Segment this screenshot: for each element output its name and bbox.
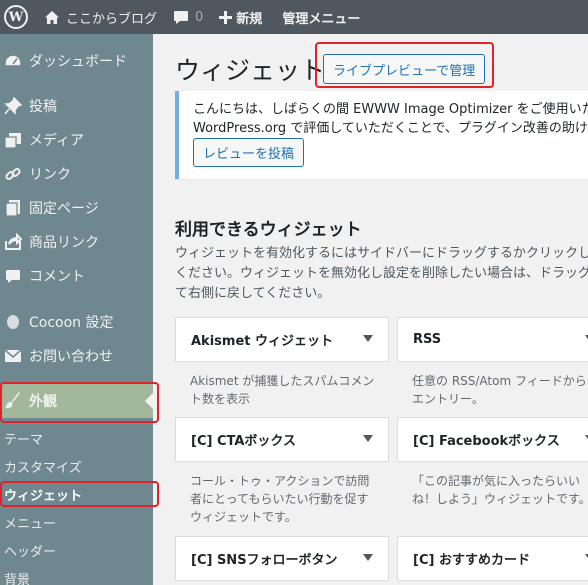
sidebar-item-label: Cocoon 設定 [29,315,114,331]
widget-description: 任意の RSS/Atom フィードからの エントリー。 [412,372,588,408]
sidebar-item-label: ダッシュボード [29,54,127,70]
admin-bar: W ここからブログ 0 新規 管理メニュー [0,0,588,34]
mail-icon [2,345,24,367]
wordpress-icon: W [4,5,28,29]
site-name: ここからブログ [66,11,158,27]
available-widgets-description: ウィジェットを有効化するにはサイドバーにドラッグするかクリックし ください。ウィ… [175,244,588,304]
link-icon [2,163,24,185]
comment-icon [2,265,24,287]
description-line: 者にとってもらいたい行動を促す [190,492,369,506]
highlight-widgets [0,481,159,507]
description-line: 「この記事が気に入ったらいい [412,474,581,488]
new-content-link[interactable]: 新規 [211,0,270,34]
comment-icon [174,10,189,24]
widget-description: 「この記事が気に入ったらいい ね！しよう」ウィジェットです。 [412,472,588,508]
page-title: ウィジェット [175,56,326,85]
expand-arrow-icon[interactable] [363,554,373,561]
widget-description: コール・トゥ・アクションで訪問 者にとってもらいたい行動を促す ウィジェットです… [190,472,369,526]
review-notice: こんにちは、しばらくの間 EWWW Image Optimizer をご使用いた… [175,91,588,179]
description-line: ください。ウィジェットを無効化し設定を削除したい場合は、ドラッグ [175,266,588,281]
dashboard-icon [2,50,24,72]
expand-arrow-icon[interactable] [363,335,373,342]
widget-title: Akismet ウィジェット [191,334,334,349]
sidebar-item-links[interactable]: リンク [0,157,153,191]
comment-count: 0 [195,9,204,25]
sidebar-item-label: メディア [29,133,85,149]
description-line: ト数を表示 [190,392,251,406]
site-name-link[interactable]: ここからブログ [36,0,165,34]
widget-recommended-card[interactable]: [C] おすすめカード [397,536,588,581]
sidebar-item-contact[interactable]: お問い合わせ [0,339,153,373]
submenu-item-themes[interactable]: テーマ [0,424,153,452]
description-line: Akismet が捕獲したスパムコメン [190,374,375,388]
submenu-item-background[interactable]: 背景 [0,564,153,585]
sidebar-item-label: リンク [29,167,71,183]
widget-akismet[interactable]: Akismet ウィジェット [175,317,389,362]
cocoon-icon [2,311,24,333]
available-widgets-title: 利用できるウィジェット [175,220,362,240]
sidebar-item-dashboard[interactable]: ダッシュボード [0,44,153,78]
submenu-item-customize[interactable]: カスタマイズ [0,452,153,480]
manage-label: 管理メニュー [282,11,361,27]
widget-rss[interactable]: RSS [397,317,588,362]
page-icon [2,197,24,219]
comments-link[interactable]: 0 [165,0,211,34]
sidebar-item-label: 固定ページ [29,201,99,217]
widget-title: [C] SNSフォローボタン [191,553,338,568]
widget-cta-box[interactable]: [C] CTAボックス [175,417,389,462]
submenu-item-header[interactable]: ヘッダー [0,536,153,564]
widget-title: [C] CTAボックス [191,434,297,449]
widget-facebook-box[interactable]: [C] Facebookボックス [397,417,588,462]
description-line: エントリー。 [412,392,484,406]
sidebar-item-pages[interactable]: 固定ページ [0,191,153,225]
manage-menu-link[interactable]: 管理メニュー [270,0,368,34]
notice-line: WordPress.org で評価していただくことで、プラグイン改善の助けに [193,121,588,136]
sidebar-item-cocoon-settings[interactable]: Cocoon 設定 [0,305,153,339]
sidebar-item-label: 商品リンク [29,235,99,251]
description-line: ね！しよう」ウィジェットです。 [412,492,588,506]
write-review-button[interactable]: レビューを投稿 [193,138,305,167]
sidebar-item-media[interactable]: メディア [0,123,153,157]
share-icon [2,231,24,253]
sidebar-item-label: お問い合わせ [29,349,113,365]
home-icon [45,10,59,24]
highlight-appearance [0,382,159,423]
description-line: コール・トゥ・アクションで訪問 [190,474,370,488]
widget-title: [C] Facebookボックス [413,434,560,449]
widget-sns-follow[interactable]: [C] SNSフォローボタン [175,536,389,581]
description-line: て右側に戻してください。 [175,286,331,301]
sidebar-item-comments[interactable]: コメント [0,259,153,293]
sidebar-item-posts[interactable]: 投稿 [0,89,153,123]
new-label: 新規 [236,11,263,27]
submenu-item-menus[interactable]: メニュー [0,508,153,536]
pin-icon [2,95,24,117]
widget-title: RSS [413,332,442,347]
description-line: 任意の RSS/Atom フィードからの [412,374,588,388]
main-content: ウィジェット ライブプレビューで管理 こんにちは、しばらくの間 EWWW Ima… [153,34,588,585]
highlight-live-preview [315,42,494,88]
sidebar-item-label: 投稿 [29,99,57,115]
sidebar-item-label: コメント [29,269,85,285]
expand-arrow-icon[interactable] [363,435,373,442]
widget-title: [C] おすすめカード [413,553,530,568]
description-line: ウィジェットです。 [190,510,297,524]
wp-logo-menu[interactable]: W [0,0,36,34]
description-line: ウィジェットを有効化するにはサイドバーにドラッグするかクリックし [175,246,588,261]
plus-icon [219,10,233,24]
sidebar-item-product-links[interactable]: 商品リンク [0,225,153,259]
notice-text: こんにちは、しばらくの間 EWWW Image Optimizer をご使用いた… [193,100,588,138]
notice-line: こんにちは、しばらくの間 EWWW Image Optimizer をご使用いた… [193,102,588,117]
media-icon [2,129,24,151]
widget-description: Akismet が捕獲したスパムコメン ト数を表示 [190,372,374,408]
